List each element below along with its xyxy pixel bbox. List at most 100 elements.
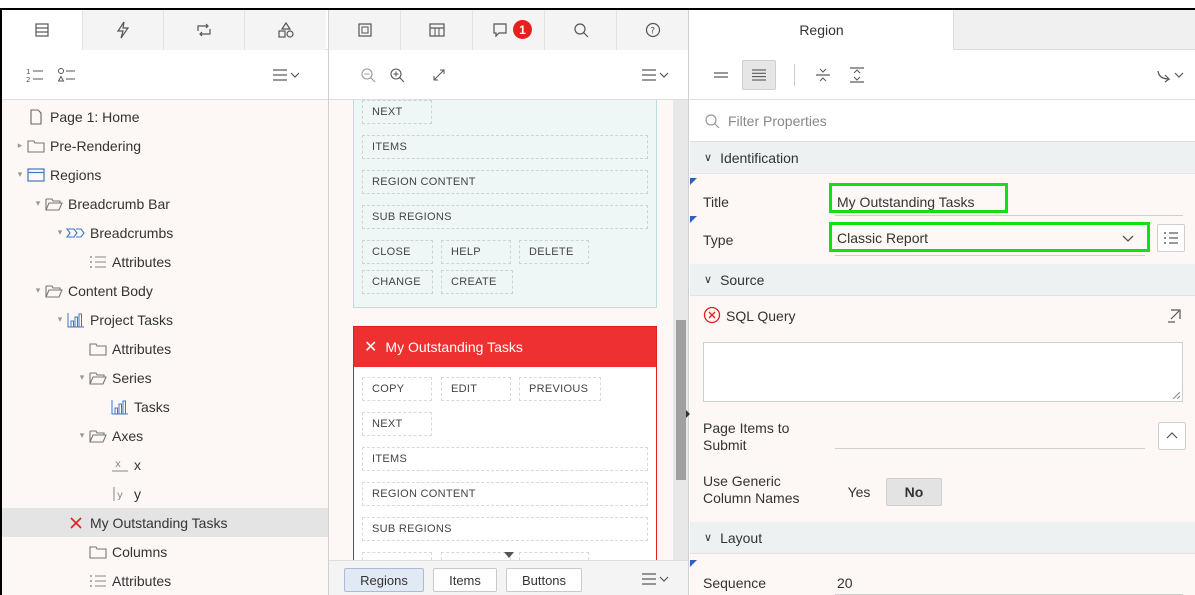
zoom-out-icon[interactable] (360, 67, 376, 83)
group-layout[interactable]: ∨ Layout (690, 522, 1195, 554)
tree-node[interactable]: ▾ Content Body (2, 276, 328, 305)
sql-query-textarea[interactable] (703, 342, 1183, 402)
buttons-button[interactable]: Buttons (506, 568, 582, 592)
folder-open-icon (88, 428, 108, 444)
filter-properties[interactable]: Filter Properties (690, 100, 1195, 142)
slot-next[interactable]: NEXT (362, 412, 432, 436)
list-view-icon[interactable] (641, 67, 671, 83)
slot-previous[interactable]: PREVIOUS (519, 377, 601, 401)
tree-node[interactable]: yy (2, 479, 328, 508)
tree-node[interactable]: My Outstanding Tasks (2, 508, 328, 537)
layout-panel: 1 ? NEXT ITEMS REGION CONTENT SUB REGION… (329, 10, 689, 595)
scrollbar-thumb[interactable] (676, 320, 686, 480)
tree-toggle-icon[interactable]: ▾ (76, 372, 88, 383)
tab-shared-components[interactable] (245, 10, 326, 50)
tree-toggle-icon[interactable]: ▾ (54, 314, 66, 325)
property-toolbar (690, 50, 1195, 100)
collapse-all-icon[interactable] (814, 66, 832, 84)
slot-partial-row[interactable] (362, 552, 432, 560)
tree-node[interactable]: ▾ Project Tasks (2, 305, 328, 334)
tree-node[interactable]: ▸ Pre-Rendering (2, 131, 328, 160)
tree-node-label: y (134, 485, 141, 502)
tree-toggle-icon[interactable]: ▾ (76, 430, 88, 441)
go-to-group-icon[interactable] (1156, 67, 1186, 83)
tree-node[interactable]: ▾ Regions (2, 160, 328, 189)
show-common-icon[interactable] (712, 67, 730, 83)
slot-items[interactable]: ITEMS (362, 447, 648, 471)
resize-handle-icon[interactable] (1172, 391, 1180, 399)
tree-toggle-icon[interactable]: ▸ (14, 140, 26, 151)
page-items-picker-button[interactable] (1158, 422, 1186, 450)
tree-node[interactable]: Tasks (2, 392, 328, 421)
region-breadcrumb-preview[interactable]: NEXT ITEMS REGION CONTENT SUB REGIONS CL… (353, 100, 657, 308)
numbered-list-icon[interactable]: 12 (26, 66, 44, 84)
tree-node[interactable]: xx (2, 450, 328, 479)
slot-region-content[interactable]: REGION CONTENT (362, 170, 648, 194)
tab-dynamic-actions[interactable] (83, 10, 164, 50)
chart-icon (110, 399, 130, 415)
tree-toggle-icon[interactable]: ▾ (32, 198, 44, 209)
region-my-outstanding-tasks[interactable]: ✕ My Outstanding Tasks COPY EDIT PREVIOU… (353, 326, 657, 560)
tree-toggle-icon[interactable]: ▾ (14, 169, 26, 180)
expand-all-icon[interactable] (848, 66, 866, 84)
tree-node[interactable]: ▾ Axes (2, 421, 328, 450)
tree-node[interactable]: ▾ Breadcrumbs (2, 218, 328, 247)
tab-processing[interactable] (164, 10, 245, 50)
slot-change[interactable]: CHANGE (362, 270, 433, 294)
slot-delete[interactable]: DELETE (519, 240, 589, 264)
type-list-button[interactable] (1157, 224, 1185, 252)
group-source[interactable]: ∨ Source (690, 264, 1195, 296)
expand-icon[interactable] (431, 67, 447, 83)
slot-region-content[interactable]: REGION CONTENT (362, 482, 648, 506)
slot-close[interactable]: CLOSE (362, 240, 433, 264)
slot-help[interactable]: HELP (441, 240, 511, 264)
canvas-scrollbar[interactable] (673, 100, 688, 560)
slot-sub-regions[interactable]: SUB REGIONS (362, 517, 648, 541)
slot-sub-regions[interactable]: SUB REGIONS (362, 205, 648, 229)
tree-node[interactable]: Attributes (2, 247, 328, 276)
tree-node[interactable]: Page 1: Home (2, 102, 328, 131)
scroll-down-icon[interactable] (504, 552, 514, 558)
list-view-icon[interactable] (641, 571, 671, 587)
tab-layout[interactable] (329, 10, 401, 50)
changed-marker (690, 216, 697, 223)
slot-edit[interactable]: EDIT (441, 377, 511, 401)
slot-next[interactable]: NEXT (362, 100, 432, 124)
folder-open-icon (88, 370, 108, 386)
y-axis-icon: y (110, 486, 130, 502)
generic-yes-option[interactable]: Yes (839, 478, 879, 506)
show-all-button[interactable] (742, 60, 776, 90)
tree-toggle-icon[interactable]: ▾ (54, 227, 66, 238)
tree-node[interactable]: Attributes (2, 334, 328, 363)
tab-region[interactable]: Region (690, 10, 954, 50)
property-tabs: Region (690, 10, 1195, 50)
tab-messages[interactable]: 1 (473, 10, 545, 50)
slot-partial-row[interactable] (441, 552, 511, 560)
slot-create[interactable]: CREATE (441, 270, 513, 294)
tab-search[interactable] (545, 10, 617, 50)
regions-button[interactable]: Regions (344, 568, 424, 592)
tree-node[interactable]: Columns (2, 537, 328, 566)
tree-node[interactable]: ▾ Breadcrumb Bar (2, 189, 328, 218)
items-button[interactable]: Items (433, 568, 497, 592)
shared-components-icon (277, 21, 294, 38)
code-editor-icon[interactable] (1166, 308, 1182, 324)
slot-copy[interactable]: COPY (362, 377, 432, 401)
generic-no-option[interactable]: No (886, 478, 942, 506)
tab-gallery[interactable] (401, 10, 473, 50)
tab-rendering[interactable] (2, 10, 83, 50)
property-editor: Region Filter Properties ∨ Identificatio… (690, 10, 1195, 595)
svg-text:1: 1 (26, 68, 30, 76)
list-view-icon[interactable] (272, 67, 302, 83)
slot-partial-row[interactable] (519, 552, 589, 560)
tree-node[interactable]: Attributes (2, 566, 328, 595)
zoom-in-icon[interactable] (389, 67, 405, 83)
page-items-label: Page Items to Submit (703, 420, 790, 453)
tree-toggle-icon[interactable]: ▾ (32, 285, 44, 296)
sequence-input[interactable]: 20 (837, 575, 853, 591)
component-view-icon[interactable] (58, 66, 76, 84)
tree-node[interactable]: ▾ Series (2, 363, 328, 392)
slot-items[interactable]: ITEMS (362, 135, 648, 159)
tab-help[interactable]: ? (617, 10, 688, 50)
group-identification[interactable]: ∨ Identification (690, 142, 1195, 174)
